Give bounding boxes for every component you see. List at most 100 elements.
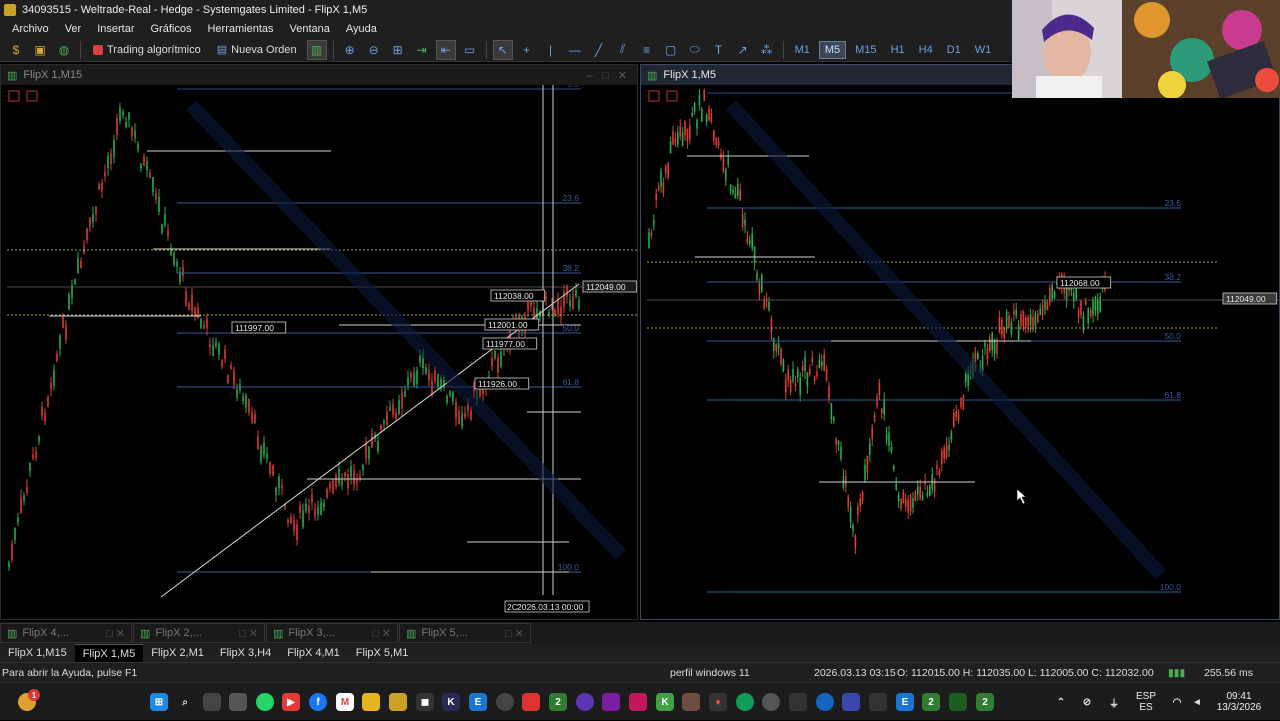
window-controls[interactable]: □ ✕: [372, 627, 397, 640]
widgets-icon[interactable]: [229, 693, 247, 711]
window-controls[interactable]: □ ✕: [239, 627, 264, 640]
app-icon[interactable]: [522, 693, 540, 711]
search-icon[interactable]: ⌕: [176, 693, 194, 711]
app-icon[interactable]: E: [896, 693, 914, 711]
chart-tab[interactable]: FlipX 5,M1: [348, 644, 417, 662]
whatsapp-icon[interactable]: [256, 693, 274, 711]
zoom-out-icon[interactable]: ⊖: [364, 40, 384, 60]
minimized-window[interactable]: ▥ FlipX 5,... □ ✕: [399, 623, 531, 643]
app-icon[interactable]: [869, 693, 887, 711]
timeframe-m5[interactable]: M5: [818, 40, 847, 59]
app-icon[interactable]: [949, 693, 967, 711]
arrows-icon[interactable]: ↗: [733, 40, 753, 60]
menu-archivo[interactable]: Archivo: [4, 23, 57, 35]
chart-indicators-icon[interactable]: [26, 90, 38, 102]
chart-indicators-icon[interactable]: [666, 90, 678, 102]
task-view-icon[interactable]: [203, 693, 221, 711]
bag-icon[interactable]: ▣: [30, 40, 50, 60]
autoscroll-icon[interactable]: ⇥: [412, 40, 432, 60]
globe-icon[interactable]: ◍: [54, 40, 74, 60]
clock[interactable]: 09:41 13/3/2026: [1210, 683, 1268, 721]
dollar-icon[interactable]: $: [6, 40, 26, 60]
templates-icon[interactable]: ▭: [460, 40, 480, 60]
chart-props-icon[interactable]: [8, 90, 20, 102]
app-icon[interactable]: [842, 693, 860, 711]
metatrader-icon[interactable]: [389, 693, 407, 711]
window-controls[interactable]: – □ ✕: [587, 69, 637, 82]
chart-tab[interactable]: FlipX 2,M1: [143, 644, 212, 662]
chart-props-icon[interactable]: [648, 90, 660, 102]
youtube-icon[interactable]: ▶: [282, 693, 300, 711]
chart-bars-icon[interactable]: ▥: [306, 39, 327, 60]
cursor-icon[interactable]: ↖: [492, 39, 513, 60]
app-icon[interactable]: 2: [549, 693, 567, 711]
language-indicator[interactable]: ESP ES: [1132, 683, 1160, 721]
chart-tab[interactable]: FlipX 1,M15: [0, 644, 75, 662]
menu-ventana[interactable]: Ventana: [282, 23, 338, 35]
crosshair-icon[interactable]: +: [517, 40, 537, 60]
microphone-icon[interactable]: ♦: [709, 693, 727, 711]
volume-icon[interactable]: ◄: [1188, 693, 1206, 711]
ellipse-icon[interactable]: ⬭: [685, 40, 705, 60]
new-order-button[interactable]: ▤ Nueva Orden: [211, 40, 303, 60]
network-off-icon[interactable]: ⊘: [1078, 693, 1096, 711]
left-chart-canvas[interactable]: 0.0 23.6 38.2 50.0 61.8 100.0 112038.00 111997.…: [1, 85, 637, 619]
minimized-window[interactable]: ▥ FlipX 2,... □ ✕: [133, 623, 265, 643]
app-icon[interactable]: 2: [976, 693, 994, 711]
app-icon[interactable]: [789, 693, 807, 711]
edge-icon[interactable]: [736, 693, 754, 711]
microphone-tray-icon[interactable]: ⏚: [1105, 693, 1123, 711]
menu-herramientas[interactable]: Herramientas: [199, 23, 281, 35]
timeframe-m1[interactable]: M1: [790, 42, 815, 58]
file-explorer-icon[interactable]: [362, 693, 380, 711]
chart-window-left[interactable]: ▥ FlipX 1,M15 – □ ✕ 0.0 23.6 38.2 50.0 61.8 1…: [0, 64, 638, 620]
text-icon[interactable]: T: [709, 40, 729, 60]
chart-window-title-left[interactable]: ▥ FlipX 1,M15 – □ ✕: [1, 65, 637, 85]
wifi-icon[interactable]: ◠: [1168, 693, 1186, 711]
app-icon[interactable]: [602, 693, 620, 711]
chevron-up-icon[interactable]: ⌃: [1052, 693, 1070, 711]
app-icon[interactable]: [682, 693, 700, 711]
chart-window-right[interactable]: ▥ FlipX 1,M5 23.6 38.2 50.0 61.8 100.0 112068…: [640, 64, 1280, 620]
window-controls[interactable]: □ ✕: [505, 627, 530, 640]
menu-ayuda[interactable]: Ayuda: [338, 23, 385, 35]
timeframe-d1[interactable]: D1: [942, 42, 966, 58]
windows-start-icon[interactable]: ⊞: [150, 693, 168, 711]
vertical-line-icon[interactable]: |: [541, 40, 561, 60]
timeframe-h4[interactable]: H4: [914, 42, 938, 58]
status-profile[interactable]: perfil windows 11: [670, 667, 750, 679]
menu-ver[interactable]: Ver: [57, 23, 90, 35]
objects-icon[interactable]: ⁂: [757, 40, 777, 60]
grid-icon[interactable]: ⊞: [388, 40, 408, 60]
instagram-icon[interactable]: [629, 693, 647, 711]
menu-insertar[interactable]: Insertar: [89, 23, 142, 35]
window-controls[interactable]: □ ✕: [106, 627, 131, 640]
chart-shift-icon[interactable]: ⇤: [435, 39, 456, 60]
algo-trading-button[interactable]: Trading algorítmico: [87, 40, 207, 60]
minimized-window[interactable]: ▥ FlipX 4,... □ ✕: [0, 623, 132, 643]
shapes-icon[interactable]: ▢: [661, 40, 681, 60]
chart-tab[interactable]: FlipX 4,M1: [279, 644, 348, 662]
timeframe-w1[interactable]: W1: [970, 42, 997, 58]
menu-graficos[interactable]: Gráficos: [143, 23, 200, 35]
channel-icon[interactable]: ⫽: [613, 40, 633, 60]
app-icon[interactable]: [816, 693, 834, 711]
timeframe-m15[interactable]: M15: [850, 42, 881, 58]
app-icon[interactable]: E: [469, 693, 487, 711]
app-icon[interactable]: ◼: [416, 693, 434, 711]
app-icon[interactable]: [576, 693, 594, 711]
chart-tab-active[interactable]: FlipX 1,M5: [74, 644, 144, 662]
zoom-in-icon[interactable]: ⊕: [340, 40, 360, 60]
right-chart-canvas[interactable]: 23.6 38.2 50.0 61.8 100.0 112068.00 112049.00: [641, 85, 1279, 619]
facebook-icon[interactable]: f: [309, 693, 327, 711]
app-icon[interactable]: [496, 693, 514, 711]
gmail-icon[interactable]: M: [336, 693, 354, 711]
app-icon[interactable]: 2: [922, 693, 940, 711]
timeframe-h1[interactable]: H1: [886, 42, 910, 58]
horizontal-line-icon[interactable]: —: [565, 40, 585, 60]
app-icon[interactable]: K: [442, 693, 460, 711]
app-icon[interactable]: K: [656, 693, 674, 711]
fibonacci-icon[interactable]: ≡: [637, 40, 657, 60]
app-icon[interactable]: [762, 693, 780, 711]
chart-tab[interactable]: FlipX 3,H4: [212, 644, 279, 662]
